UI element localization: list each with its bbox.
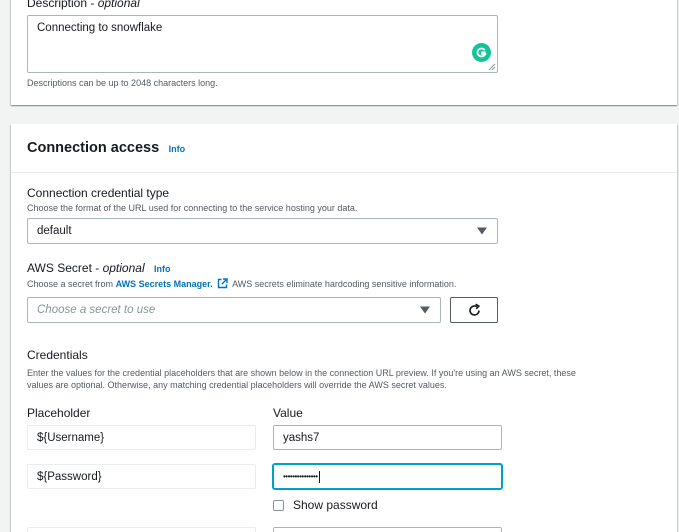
- description-textarea[interactable]: Connecting to snowflake: [27, 15, 498, 73]
- description-hint: Descriptions can be up to 2048 character…: [27, 78, 218, 88]
- credential-type-hint: Choose the format of the URL used for co…: [27, 203, 358, 213]
- description-text: Connecting to snowflake: [37, 22, 163, 34]
- section-header: Connection access Info: [27, 139, 185, 157]
- resize-handle-icon[interactable]: [488, 63, 496, 71]
- caret-down-icon: [420, 306, 430, 314]
- refresh-icon: [468, 303, 480, 316]
- value-column-header: Value: [273, 406, 303, 420]
- credential-type-label: Connection credential type: [27, 186, 170, 200]
- refresh-button[interactable]: [450, 297, 498, 323]
- credentials-hint-line-1: Enter the values for the credential plac…: [27, 368, 576, 378]
- text-cursor: [318, 470, 320, 483]
- placeholder-field-partial: [27, 527, 256, 532]
- section-divider: [11, 172, 677, 173]
- show-password-label[interactable]: Show password: [293, 498, 378, 512]
- caret-down-icon: [477, 227, 487, 235]
- password-placeholder-field: ${Password}: [27, 464, 256, 489]
- connection-access-panel: Connection access Info Connection creden…: [11, 124, 677, 532]
- aws-secret-info-link[interactable]: Info: [154, 264, 171, 274]
- external-link-icon[interactable]: [217, 278, 228, 289]
- username-placeholder-field: ${Username}: [27, 425, 256, 450]
- description-label: Description - optional: [27, 0, 140, 10]
- description-panel: Description - optional Connecting to sno…: [11, 0, 677, 105]
- aws-secret-label: AWS Secret - optional Info: [27, 261, 171, 275]
- password-value-input[interactable]: •••••••••••••••: [273, 464, 502, 489]
- placeholder-column-header: Placeholder: [27, 406, 91, 420]
- credential-type-select[interactable]: default: [27, 218, 498, 244]
- grammarly-icon[interactable]: [472, 43, 491, 62]
- credential-type-value: default: [37, 225, 72, 237]
- secrets-manager-link[interactable]: AWS Secrets Manager.: [116, 279, 213, 289]
- aws-secret-select[interactable]: Choose a secret to use: [27, 297, 441, 323]
- aws-secret-placeholder: Choose a secret to use: [37, 304, 156, 316]
- show-password-checkbox[interactable]: [273, 500, 284, 511]
- section-title: Connection access: [27, 140, 160, 156]
- info-link[interactable]: Info: [169, 144, 186, 154]
- credentials-hint-line-2: values are optional. Otherwise, any matc…: [27, 380, 447, 390]
- value-input-partial[interactable]: [273, 527, 502, 532]
- username-value-input[interactable]: yashs7: [273, 425, 502, 450]
- aws-secret-hint: Choose a secret from AWS Secrets Manager…: [27, 278, 457, 289]
- credentials-label: Credentials: [27, 348, 88, 362]
